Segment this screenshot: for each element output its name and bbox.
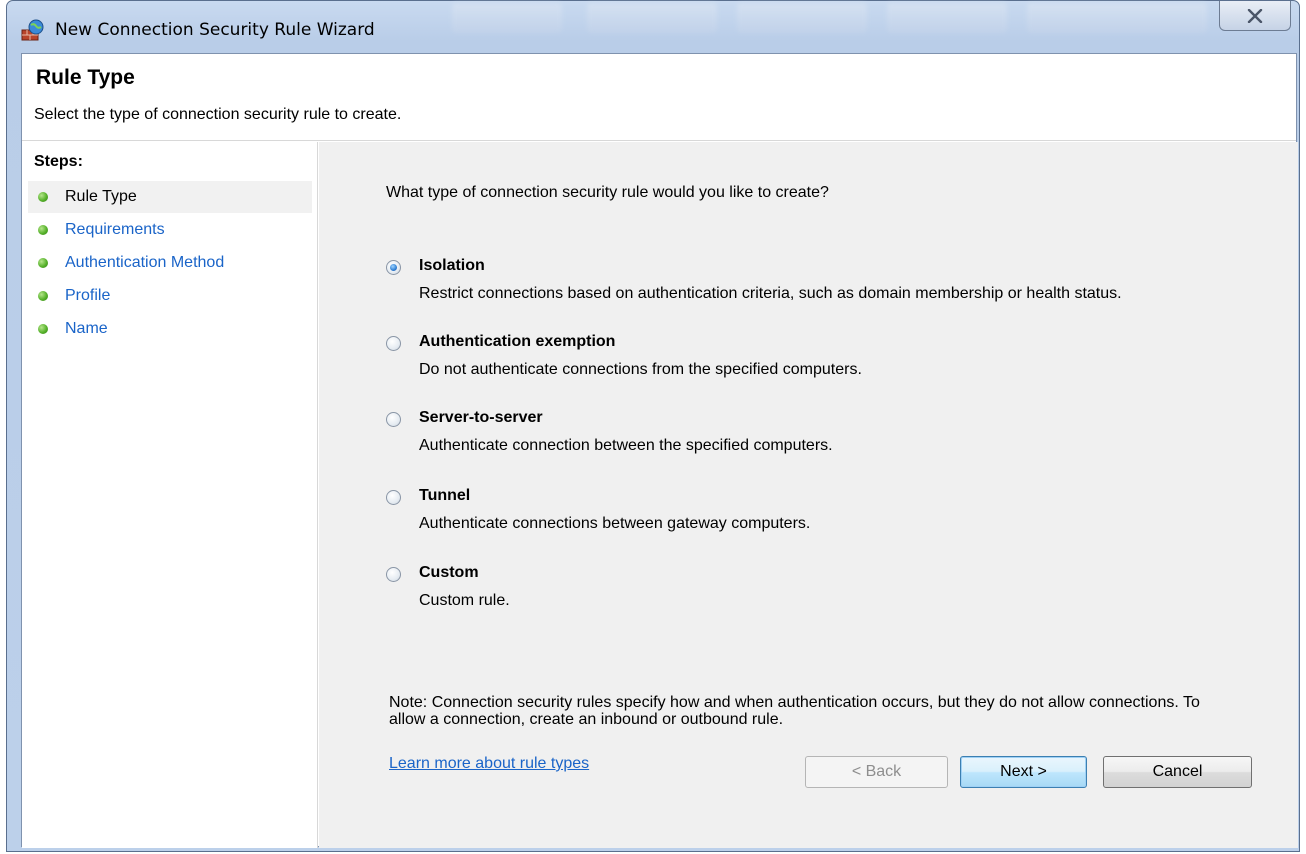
- note-text: Note: Connection security rules specify …: [389, 694, 1200, 728]
- step-label: Name: [65, 320, 108, 337]
- option-label[interactable]: Authentication exemption: [419, 333, 615, 351]
- step-label: Profile: [65, 287, 111, 304]
- page-subtitle: Select the type of connection security r…: [34, 106, 402, 123]
- question-text: What type of connection security rule wo…: [386, 184, 829, 201]
- step-status-icon: [38, 225, 48, 235]
- title-bar[interactable]: New Connection Security Rule Wizard: [7, 1, 1299, 53]
- option-label[interactable]: Custom: [419, 564, 479, 582]
- page-title: Rule Type: [36, 66, 135, 89]
- window-title: New Connection Security Rule Wizard: [55, 20, 375, 40]
- option-description: Custom rule.: [419, 592, 510, 609]
- main-content: What type of connection security rule wo…: [319, 142, 1298, 848]
- step-status-icon: [38, 291, 48, 301]
- step-authentication-method[interactable]: Authentication Method: [28, 247, 312, 279]
- step-rule-type[interactable]: Rule Type: [28, 181, 312, 213]
- close-icon: [1247, 8, 1263, 23]
- option-description: Authenticate connection between the spec…: [419, 437, 833, 454]
- cancel-button[interactable]: Cancel: [1103, 756, 1252, 788]
- step-status-icon: [38, 258, 48, 268]
- close-button[interactable]: [1219, 1, 1291, 31]
- wizard-window: New Connection Security Rule Wizard Rule…: [6, 0, 1300, 852]
- firewall-icon: [21, 19, 44, 41]
- step-label: Rule Type: [65, 188, 137, 205]
- step-profile[interactable]: Profile: [28, 280, 312, 312]
- back-button[interactable]: < Back: [805, 756, 948, 788]
- radio-isolation[interactable]: [386, 260, 401, 275]
- step-requirements[interactable]: Requirements: [28, 214, 312, 246]
- option-label[interactable]: Isolation: [419, 257, 485, 275]
- option-label[interactable]: Tunnel: [419, 487, 470, 505]
- radio-server-to-server[interactable]: [386, 412, 401, 427]
- blurred-background-text: [1027, 3, 1207, 33]
- radio-tunnel[interactable]: [386, 490, 401, 505]
- blurred-background-text: [737, 3, 867, 33]
- step-status-icon: [38, 324, 48, 334]
- next-button[interactable]: Next >: [960, 756, 1087, 788]
- radio-custom[interactable]: [386, 567, 401, 582]
- option-description: Authenticate connections between gateway…: [419, 515, 811, 532]
- wizard-body: Rule Type Select the type of connection …: [21, 53, 1298, 848]
- radio-authentication-exemption[interactable]: [386, 336, 401, 351]
- blurred-background-text: [587, 3, 717, 33]
- wizard-header: Rule Type Select the type of connection …: [22, 54, 1296, 141]
- learn-more-link[interactable]: Learn more about rule types: [389, 755, 589, 773]
- steps-title: Steps:: [34, 153, 83, 170]
- option-label[interactable]: Server-to-server: [419, 409, 543, 427]
- option-description: Restrict connections based on authentica…: [419, 285, 1122, 302]
- step-label: Authentication Method: [65, 254, 225, 271]
- option-description: Do not authenticate connections from the…: [419, 361, 862, 378]
- blurred-background-text: [887, 3, 1007, 33]
- step-name[interactable]: Name: [28, 313, 312, 345]
- step-label: Requirements: [65, 221, 165, 238]
- steps-panel: Steps: Rule Type Requirements Authentica…: [22, 142, 318, 848]
- step-status-icon: [38, 192, 48, 202]
- blurred-background-text: [452, 3, 562, 33]
